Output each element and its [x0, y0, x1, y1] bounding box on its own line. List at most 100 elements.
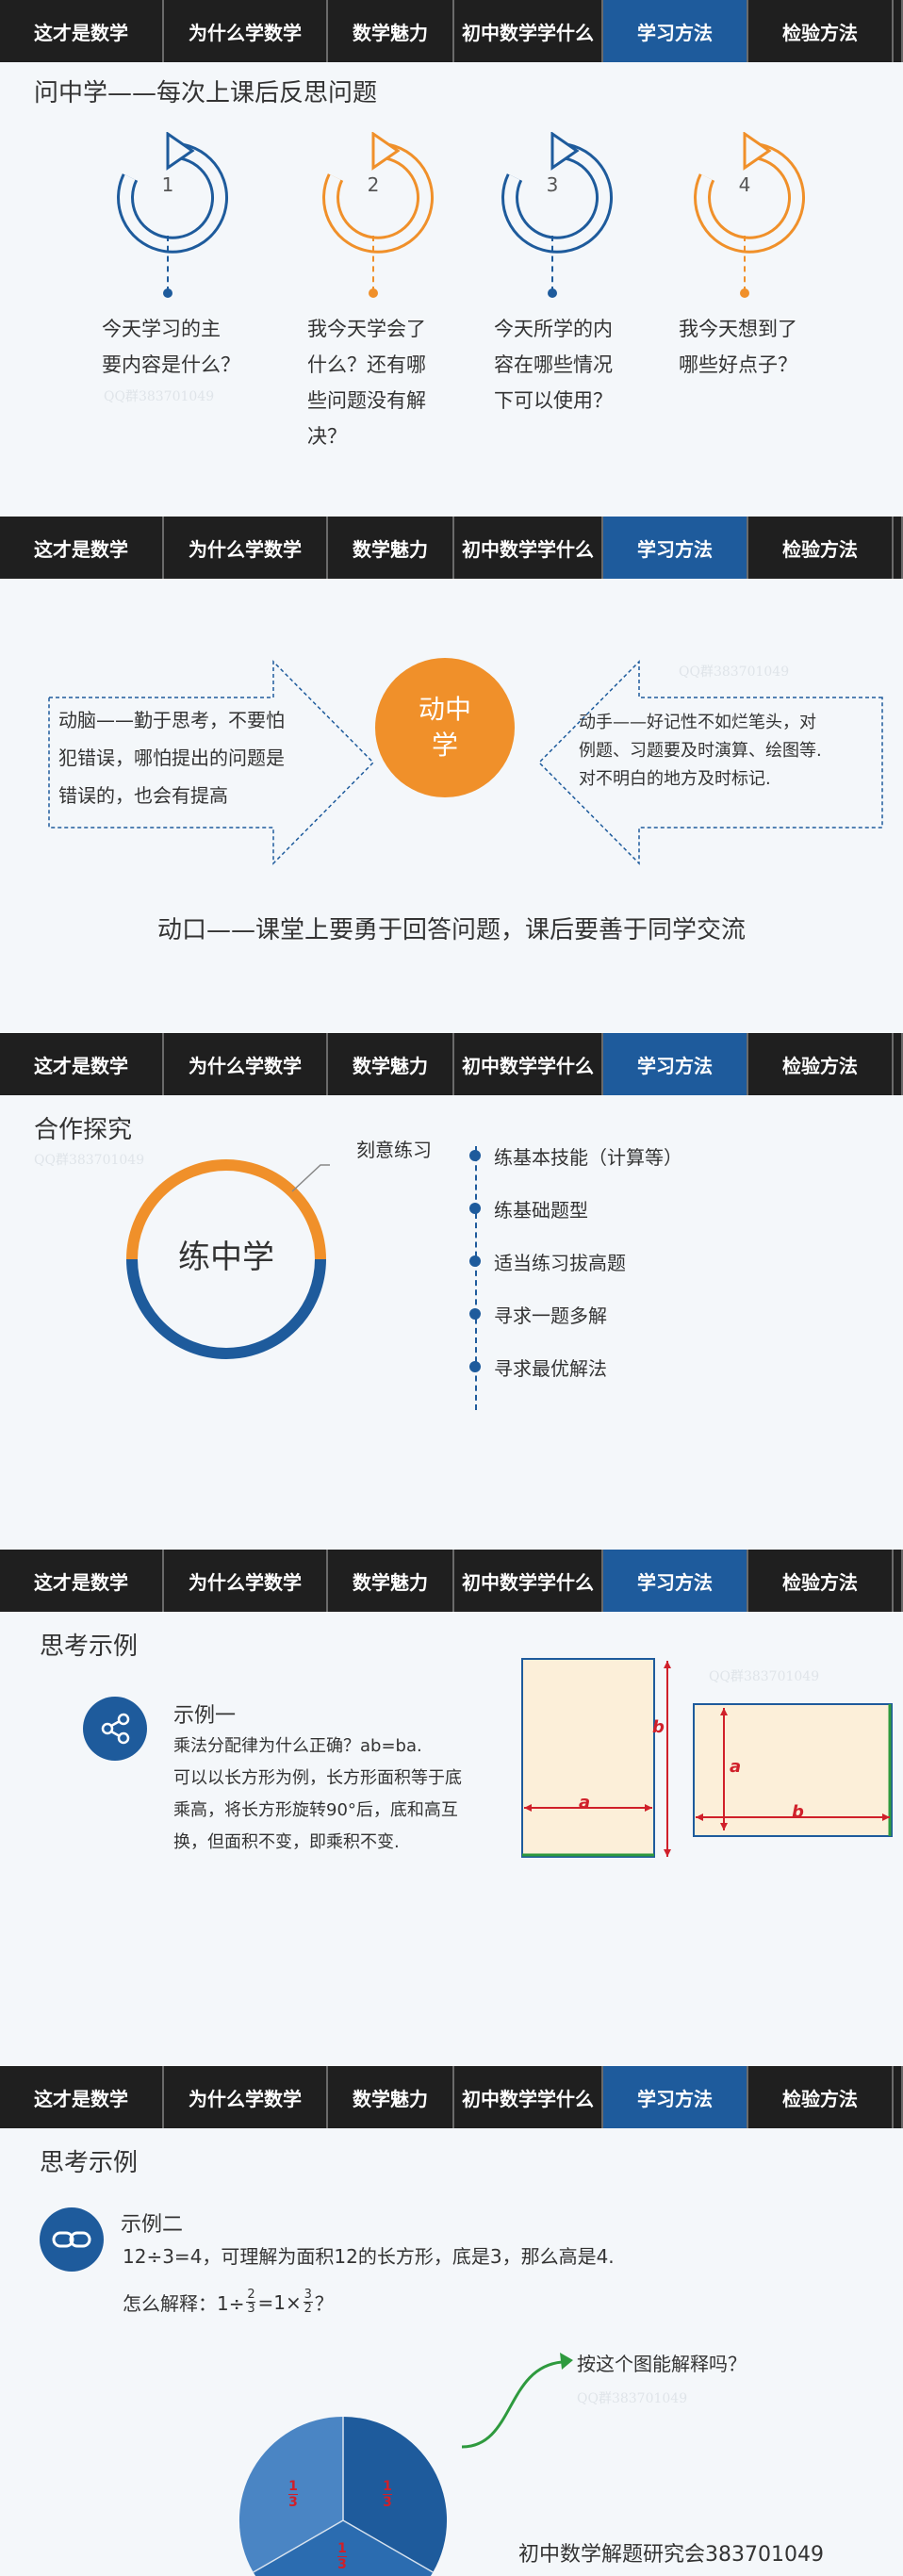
watermark: QQ群383701049: [577, 2391, 688, 2406]
left-arrow-text: 动脑——勤于思考，不要怕 犯错误，哪怕提出的问题是 错误的，也会有提高: [58, 709, 285, 807]
dashed-connector: [744, 236, 746, 292]
nav-tab-math-charm[interactable]: 数学魅力: [328, 1033, 454, 1095]
step-number: 2: [367, 173, 380, 196]
example-line-2: 怎么解释：1÷ 23 =1× 32 ？: [123, 2288, 334, 2316]
rectangle-figure-tall: [521, 1658, 671, 1858]
label-a: a: [730, 1757, 742, 1777]
nav-tab-learning-method[interactable]: 学习方法: [603, 1550, 748, 1612]
nav-tab-junior-math-content[interactable]: 初中数学学什么: [454, 0, 603, 62]
nav-tab-why-learn-math[interactable]: 为什么学数学: [164, 517, 328, 579]
list-dot: [469, 1255, 481, 1267]
slide-learn-by-doing: 这才是数学 为什么学数学 数学魅力 初中数学学什么 学习方法 检验方法 动脑——…: [0, 517, 903, 1033]
pie-question: 按这个图能解释吗？: [577, 2353, 747, 2375]
ring-callout: 刻意练习: [356, 1139, 432, 1161]
label-b: b: [792, 1802, 804, 1822]
slide-title: 思考示例: [40, 2149, 139, 2177]
step-number: 4: [738, 173, 751, 196]
connector-dot: [548, 288, 557, 298]
slide-example-two: 这才是数学 为什么学数学 数学魅力 初中数学学什么 学习方法 检验方法 思考示例…: [0, 2066, 903, 2576]
nav-tab-this-is-math[interactable]: 这才是数学: [0, 517, 164, 579]
watermark: QQ群383701049: [679, 665, 790, 680]
nav-tab-junior-math-content[interactable]: 初中数学学什么: [454, 2066, 603, 2128]
link-icon: [40, 2207, 104, 2272]
nav-tab-why-learn-math[interactable]: 为什么学数学: [164, 2066, 328, 2128]
nav-tab-this-is-math[interactable]: 这才是数学: [0, 1550, 164, 1612]
example-heading: 示例一: [173, 1704, 237, 1728]
nav-tab-check-method[interactable]: 检验方法: [748, 2066, 894, 2128]
connector-dot: [163, 288, 172, 298]
nav-tab-junior-math-content[interactable]: 初中数学学什么: [454, 1033, 603, 1095]
nav-tab-math-charm[interactable]: 数学魅力: [328, 1550, 454, 1612]
bottom-statement: 动口——课堂上要勇于回答问题，课后要善于同学交流: [156, 916, 746, 944]
nav-tab-junior-math-content[interactable]: 初中数学学什么: [454, 1550, 603, 1612]
nav-tab-overflow: [894, 517, 903, 579]
step-text: 今天所学的内 容在哪些情况 下可以使用？: [494, 318, 613, 412]
nav-tab-junior-math-content[interactable]: 初中数学学什么: [454, 517, 603, 579]
pie-label-right: 13: [383, 2479, 392, 2510]
connector-dot: [369, 288, 378, 298]
slide-title: 问中学——每次上课后反思问题: [34, 79, 378, 107]
list-dot: [469, 1150, 481, 1161]
nav-tab-this-is-math[interactable]: 这才是数学: [0, 0, 164, 62]
slide-title: 思考示例: [40, 1633, 139, 1661]
list-dot: [469, 1308, 481, 1320]
nav-tab-learning-method[interactable]: 学习方法: [603, 1033, 748, 1095]
nav-tab-check-method[interactable]: 检验方法: [748, 0, 894, 62]
nav-tab-learning-method[interactable]: 学习方法: [603, 2066, 748, 2128]
step-number: 1: [161, 173, 174, 196]
nav-tab-why-learn-math[interactable]: 为什么学数学: [164, 1550, 328, 1612]
step-text: 我今天学会了 什么？还有哪 些问题没有解 决？: [307, 318, 426, 448]
example-body: 乘法分配律为什么正确？ab=ba. 可以以长方形为例，长方形面积等于底 乘高，将长…: [173, 1736, 462, 1852]
curved-arrow: [461, 2353, 573, 2449]
nav-tab-math-charm[interactable]: 数学魅力: [328, 0, 454, 62]
list-dot: [469, 1203, 481, 1214]
nav-bar: 这才是数学 为什么学数学 数学魅力 初中数学学什么 学习方法 检验方法: [0, 1550, 903, 1612]
footer-caption: 初中数学解题研究会383701049: [518, 2543, 824, 2567]
nav-tab-overflow: [894, 2066, 903, 2128]
slide-reflect-questions: 这才是数学 为什么学数学 数学魅力 初中数学学什么 学习方法 检验方法 问中学—…: [0, 0, 903, 517]
example-line-1: 12÷3=4，可理解为面积12的长方形，底是3，那么高是4.: [123, 2245, 615, 2268]
nav-tab-why-learn-math[interactable]: 为什么学数学: [164, 1033, 328, 1095]
center-circle: 动中学: [375, 658, 515, 797]
nav-tab-learning-method[interactable]: 学习方法: [603, 517, 748, 579]
nav-tab-overflow: [894, 0, 903, 62]
dashed-connector: [372, 236, 374, 292]
nav-tab-learning-method[interactable]: 学习方法: [603, 0, 748, 62]
nav-tab-check-method[interactable]: 检验方法: [748, 1033, 894, 1095]
nav-bar: 这才是数学 为什么学数学 数学魅力 初中数学学什么 学习方法 检验方法: [0, 2066, 903, 2128]
step-text: 我今天想到了 哪些好点子？: [679, 318, 797, 376]
nav-tab-check-method[interactable]: 检验方法: [748, 517, 894, 579]
nav-tab-math-charm[interactable]: 数学魅力: [328, 517, 454, 579]
example-heading: 示例二: [121, 2213, 184, 2237]
slide-example-one: 这才是数学 为什么学数学 数学魅力 初中数学学什么 学习方法 检验方法 思考示例…: [0, 1550, 903, 2066]
nav-tab-check-method[interactable]: 检验方法: [748, 1550, 894, 1612]
connector-dot: [740, 288, 749, 298]
nav-tab-why-learn-math[interactable]: 为什么学数学: [164, 0, 328, 62]
list-item: 练基础题型: [494, 1199, 588, 1222]
list-item: 寻求最优解法: [494, 1357, 607, 1380]
nav-tab-overflow: [894, 1033, 903, 1095]
nav-tab-this-is-math[interactable]: 这才是数学: [0, 1033, 164, 1095]
watermark: QQ群383701049: [709, 1669, 820, 1684]
watermark: QQ群383701049: [104, 389, 215, 404]
list-item: 寻求一题多解: [494, 1304, 607, 1327]
pie-label-left: 13: [288, 2479, 298, 2510]
dashed-connector: [167, 236, 169, 292]
nav-bar: 这才是数学 为什么学数学 数学魅力 初中数学学什么 学习方法 检验方法: [0, 0, 903, 62]
nav-tab-overflow: [894, 1550, 903, 1612]
list-item: 练基本技能（计算等）: [494, 1146, 682, 1169]
pie-label-bottom: 13: [337, 2541, 347, 2572]
label-b: b: [652, 1717, 665, 1737]
list-dot: [469, 1361, 481, 1372]
right-arrow-text: 动手——好记性不如烂笔头，对 例题、习题要及时演算、绘图等. 对不明白的地方及时标记…: [579, 713, 822, 789]
step-number: 3: [546, 173, 559, 196]
nav-bar: 这才是数学 为什么学数学 数学魅力 初中数学学什么 学习方法 检验方法: [0, 1033, 903, 1095]
share-icon: [83, 1697, 147, 1761]
nav-tab-math-charm[interactable]: 数学魅力: [328, 2066, 454, 2128]
ring-label: 练中学: [178, 1239, 274, 1276]
list-item: 适当练习拔高题: [494, 1252, 626, 1274]
dashed-connector: [551, 236, 553, 292]
slide-learn-by-practice: 这才是数学 为什么学数学 数学魅力 初中数学学什么 学习方法 检验方法 合作探究…: [0, 1033, 903, 1550]
label-a: a: [579, 1793, 591, 1813]
nav-tab-this-is-math[interactable]: 这才是数学: [0, 2066, 164, 2128]
